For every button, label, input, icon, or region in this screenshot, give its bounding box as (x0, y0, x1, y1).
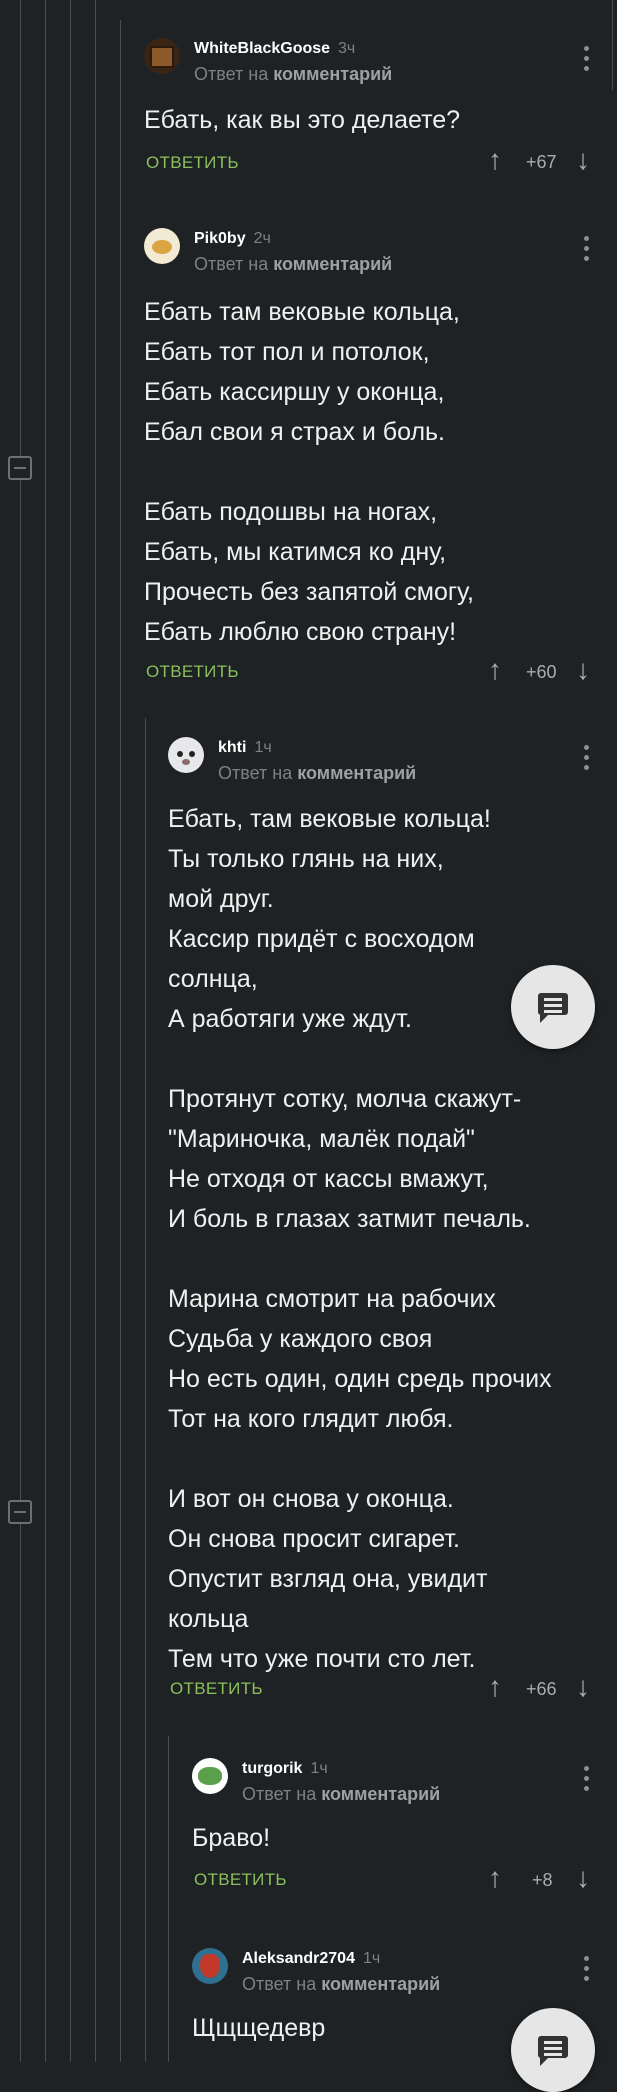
reply-to-link[interactable]: комментарий (321, 1974, 440, 1994)
reply-to-label: Ответ на комментарий (242, 1784, 441, 1804)
downvote-icon[interactable]: ↓ (576, 146, 590, 174)
more-menu-icon[interactable] (584, 46, 590, 76)
more-menu-icon[interactable] (584, 1956, 590, 1986)
downvote-icon[interactable]: ↓ (576, 656, 590, 684)
comment-text: Щщщедевр (192, 2014, 326, 2042)
vote-count: +67 (526, 152, 557, 172)
avatar[interactable] (168, 737, 204, 773)
upvote-icon[interactable]: ↑ (488, 1864, 502, 1892)
comment-author[interactable]: turgorik 1ч (242, 1760, 328, 1778)
comment-author[interactable]: Pik0by 2ч (194, 230, 271, 248)
comment: turgorik 1ч Ответ на комментарий Браво! О… (192, 1758, 604, 1908)
add-comment-button[interactable] (511, 2008, 595, 2092)
more-menu-icon[interactable] (584, 236, 590, 266)
thread-line (95, 0, 96, 2062)
vote-count: +60 (526, 662, 557, 682)
thread-line (70, 0, 71, 2062)
upvote-icon[interactable]: ↑ (488, 656, 502, 684)
avatar[interactable] (192, 1948, 228, 1984)
comment-time: 3ч (338, 40, 356, 57)
thread-line (145, 718, 146, 2062)
upvote-icon[interactable]: ↑ (488, 1673, 502, 1701)
downvote-icon[interactable]: ↓ (576, 1864, 590, 1892)
collapse-thread-button[interactable] (8, 1500, 32, 1524)
downvote-icon[interactable]: ↓ (576, 1673, 590, 1701)
comment-icon (538, 2036, 568, 2066)
comment: khti 1ч Ответ на комментарий Ебать, там в… (168, 737, 604, 1717)
thread-line (20, 0, 21, 2062)
thread-line (612, 0, 613, 90)
comment-text: Браво! (192, 1824, 271, 1852)
reply-to-label: Ответ на комментарий (194, 64, 393, 84)
vote-count: +66 (526, 1679, 557, 1699)
reply-to-link[interactable]: комментарий (273, 254, 392, 274)
avatar[interactable] (144, 38, 180, 74)
comment-author[interactable]: WhiteBlackGoose 3ч (194, 40, 355, 58)
vote-count: +8 (532, 1870, 553, 1890)
comment: WhiteBlackGoose 3ч Ответ на комментарий Е… (144, 38, 604, 188)
comment-text: Ебать, как вы это делаете? (144, 106, 461, 134)
collapse-thread-button[interactable] (8, 456, 32, 480)
comment-text: Ебать, там вековые кольца! Ты только гля… (168, 805, 552, 1673)
more-menu-icon[interactable] (584, 745, 590, 775)
reply-to-label: Ответ на комментарий (218, 763, 417, 783)
comment-author[interactable]: khti 1ч (218, 739, 272, 757)
add-comment-button[interactable] (511, 965, 595, 1049)
upvote-icon[interactable]: ↑ (488, 146, 502, 174)
reply-to-link[interactable]: комментарий (297, 763, 416, 783)
more-menu-icon[interactable] (584, 1766, 590, 1796)
thread-line (120, 20, 121, 2062)
reply-button[interactable]: ОТВЕТИТЬ (194, 1870, 287, 1890)
comment-icon (538, 993, 568, 1023)
avatar[interactable] (192, 1758, 228, 1794)
comment-text: Ебать там вековые кольца, Ебать тот пол … (144, 298, 474, 646)
comment: Pik0by 2ч Ответ на комментарий Ебать там … (144, 228, 604, 688)
thread-line (168, 1736, 169, 2062)
reply-to-link[interactable]: комментарий (321, 1784, 440, 1804)
comment-author[interactable]: Aleksandr2704 1ч (242, 1950, 380, 1968)
thread-line (45, 0, 46, 2062)
reply-button[interactable]: ОТВЕТИТЬ (146, 662, 239, 682)
comment-time: 1ч (310, 1760, 328, 1777)
comment-time: 2ч (253, 230, 271, 247)
reply-to-link[interactable]: комментарий (273, 64, 392, 84)
reply-to-label: Ответ на комментарий (242, 1974, 441, 1994)
reply-button[interactable]: ОТВЕТИТЬ (170, 1679, 263, 1699)
reply-button[interactable]: ОТВЕТИТЬ (146, 153, 239, 173)
avatar[interactable] (144, 228, 180, 264)
reply-to-label: Ответ на комментарий (194, 254, 393, 274)
comment-time: 1ч (362, 1950, 381, 1967)
comment-time: 1ч (254, 739, 272, 756)
